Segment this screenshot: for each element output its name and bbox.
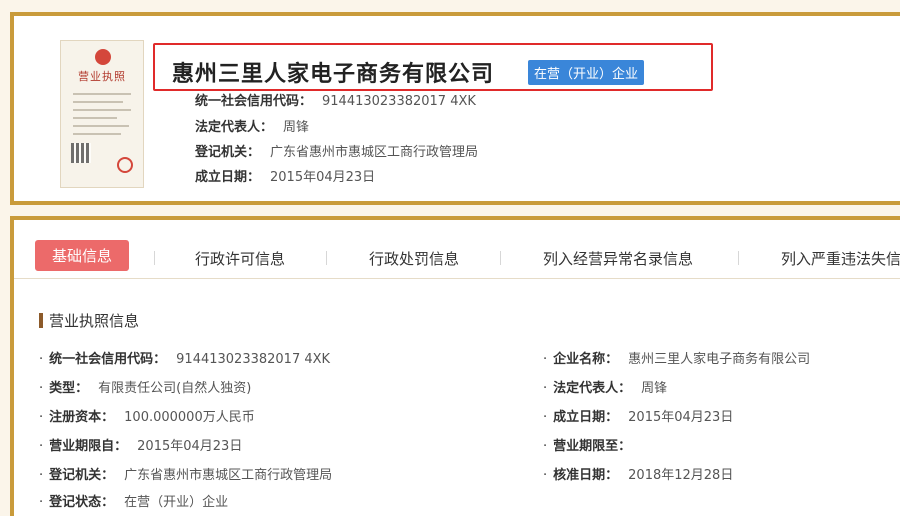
field-approval-date: · 核准日期： 2018年12月28日 [543,464,733,483]
field-value: 广东省惠州市惠城区工商行政管理局 [124,468,333,483]
header-legal-rep-value: 周锋 [283,120,310,135]
tab-separator [500,251,501,265]
field-label: 登记机关： [49,468,115,483]
national-emblem-icon [95,49,111,65]
field-company-name: · 企业名称： 惠州三里人家电子商务有限公司 [543,348,810,367]
section-title-business-license: 营业执照信息 [39,310,139,331]
field-label: 登记状态： [49,495,115,510]
field-value: 2015年04月23日 [628,410,734,425]
page-top-band [0,0,900,10]
field-value: 100.000000万人民币 [124,410,255,425]
field-label: 类型： [49,381,89,396]
header-established-date-value: 2015年04月23日 [270,170,376,185]
field-label: 注册资本： [49,410,115,425]
field-legal-representative: · 法定代表人： 周锋 [543,377,667,396]
section-title-text: 营业执照信息 [49,312,140,330]
field-established-date: · 成立日期： 2015年04月23日 [543,406,733,425]
tab-administrative-license[interactable]: 行政许可信息 [195,248,285,269]
header-registration-authority-row: 登记机关： 广东省惠州市惠城区工商行政管理局 [195,141,478,160]
license-text-line [73,117,117,119]
status-badge: 在营（开业）企业 [528,60,645,85]
field-label: 营业期限至： [553,439,632,454]
field-value: 2015年04月23日 [137,439,243,454]
license-text-line [73,93,131,95]
header-registration-authority-label: 登记机关： [195,145,261,160]
field-value: 914413023382017 4XK [176,352,331,367]
company-header-card: 营业执照 惠州三里人家电子商务有限公司 在营（开业）企业 统一社会信用代码： 91… [10,12,900,205]
tab-separator [154,251,155,265]
header-established-date-label: 成立日期： [195,170,261,185]
field-label: 统一社会信用代码： [49,352,167,367]
header-credit-code-value: 914413023382017 4XK [322,94,476,109]
field-value: 惠州三里人家电子商务有限公司 [628,352,811,367]
field-label: 营业期限自： [49,439,128,454]
bullet-icon: · [39,352,44,367]
tab-administrative-penalty[interactable]: 行政处罚信息 [369,248,459,269]
header-registration-authority-value: 广东省惠州市惠城区工商行政管理局 [270,145,479,160]
qr-code-icon [71,143,91,163]
field-credit-code: · 统一社会信用代码： 914413023382017 4XK [39,348,330,367]
business-license-thumbnail[interactable]: 营业执照 [60,40,144,188]
field-business-term-from: · 营业期限自： 2015年04月23日 [39,435,242,454]
header-credit-code-label: 统一社会信用代码： [195,94,313,109]
company-detail-card: 基础信息 行政许可信息 行政处罚信息 列入经营异常名录信息 列入严重违法失信 营… [10,216,900,516]
tab-basic-info[interactable]: 基础信息 [35,240,130,271]
license-text-line [73,109,131,111]
field-company-type: · 类型： 有限责任公司(自然人独资) [39,377,251,396]
license-text-line [73,101,123,103]
tab-separator [326,251,327,265]
header-credit-code-row: 统一社会信用代码： 914413023382017 4XK [195,90,476,109]
section-title-marker [39,313,43,328]
field-business-term-to: · 营业期限至： [543,435,641,454]
field-registration-authority: · 登记机关： 广东省惠州市惠城区工商行政管理局 [39,464,332,483]
tab-abnormal-operation-list[interactable]: 列入经营异常名录信息 [543,248,693,269]
field-label: 企业名称： [553,352,619,367]
bullet-icon: · [543,439,548,454]
tab-serious-violation-list[interactable]: 列入严重违法失信 [781,248,900,269]
field-value: 2018年12月28日 [628,468,734,483]
field-label: 法定代表人： [553,381,632,396]
license-text-line [73,125,129,127]
license-text-line [73,133,121,135]
bullet-icon: · [543,352,548,367]
field-label: 成立日期： [553,410,619,425]
bullet-icon: · [543,381,548,396]
license-thumb-title: 营业执照 [78,70,126,83]
header-established-date-row: 成立日期： 2015年04月23日 [195,166,375,185]
info-tab-bar: 基础信息 行政许可信息 行政处罚信息 列入经营异常名录信息 列入严重违法失信 [14,220,900,279]
header-legal-rep-label: 法定代表人： [195,120,274,135]
company-name-title: 惠州三里人家电子商务有限公司 [172,62,495,87]
field-registered-capital: · 注册资本： 100.000000万人民币 [39,406,255,425]
bullet-icon: · [39,495,44,510]
official-seal-icon [117,157,133,173]
header-legal-rep-row: 法定代表人： 周锋 [195,116,309,135]
field-registration-status: · 登记状态： 在营（开业）企业 [39,491,228,510]
bullet-icon: · [543,410,548,425]
bullet-icon: · [543,468,548,483]
field-label: 核准日期： [553,468,619,483]
field-value: 有限责任公司(自然人独资) [98,381,252,396]
bullet-icon: · [39,468,44,483]
field-value: 周锋 [641,381,668,396]
field-value: 在营（开业）企业 [124,495,229,510]
bullet-icon: · [39,439,44,454]
bullet-icon: · [39,381,44,396]
tab-separator [738,251,739,265]
bullet-icon: · [39,410,44,425]
